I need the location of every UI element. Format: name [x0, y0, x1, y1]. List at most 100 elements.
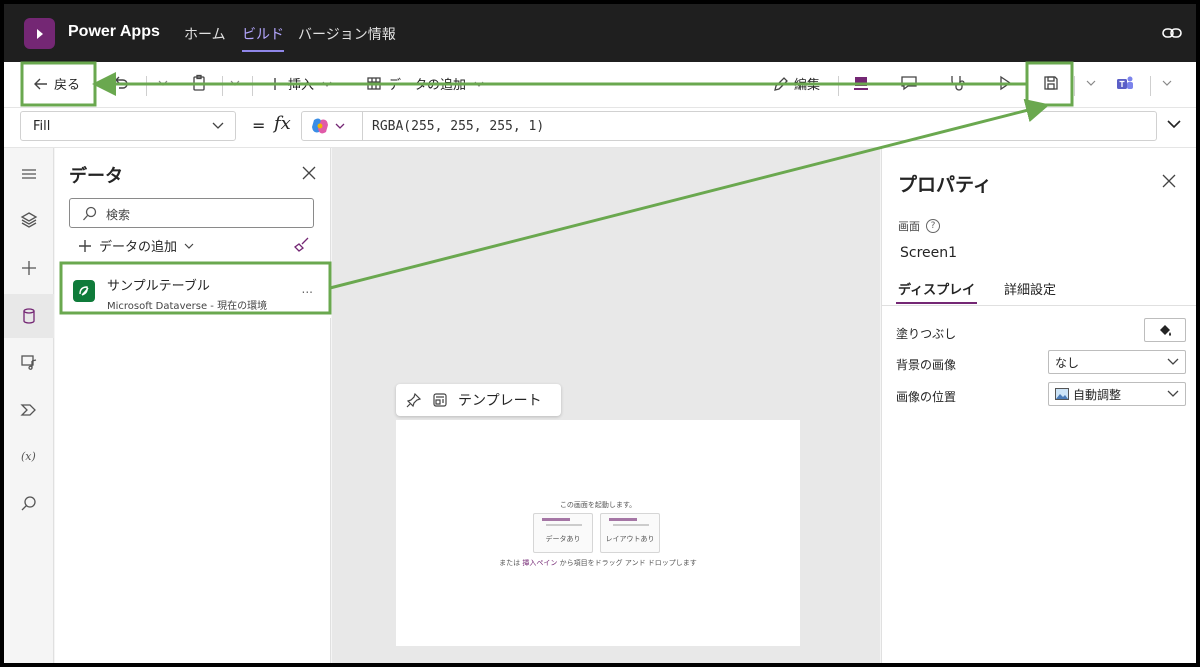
close-icon[interactable] [1162, 174, 1176, 188]
tab-advanced[interactable]: 詳細設定 [1004, 279, 1056, 298]
app-window: Power Apps ホーム ビルド バージョン情報 戻る 挿入 データの追加 … [4, 4, 1196, 663]
search-input[interactable]: 検索 [69, 198, 314, 228]
undo-button[interactable] [112, 74, 130, 92]
comment-icon [901, 76, 917, 91]
with-layout-option[interactable]: レイアウトあり [600, 513, 660, 553]
add-data-button[interactable]: データの追加 [77, 236, 195, 255]
chevron-down-icon [1162, 80, 1172, 86]
add-data-button[interactable]: データの追加 [366, 74, 488, 93]
pin-icon[interactable] [406, 392, 422, 408]
footer-suffix: から項目をドラッグ アンド ドロップします [559, 559, 697, 567]
image-position-dropdown[interactable]: 自動調整 [1048, 382, 1186, 406]
arrow-left-icon [34, 78, 47, 89]
rail-menu[interactable] [4, 152, 54, 196]
divider [1074, 76, 1075, 96]
rail-data[interactable] [4, 294, 54, 338]
app-screen[interactable]: この画面を起動します。 データあり レイアウトあり または 挿入ペイン から項目… [396, 420, 800, 646]
top-bar: Power Apps ホーム ビルド バージョン情報 [4, 4, 1196, 62]
close-icon[interactable] [302, 166, 316, 180]
expand-formula-icon[interactable] [1166, 118, 1182, 130]
back-button[interactable]: 戻る [32, 74, 80, 93]
property-value: Fill [33, 119, 51, 134]
edit-button[interactable]: 編集 [772, 74, 820, 93]
data-source-name: サンプルテーブル [107, 279, 210, 294]
copilot-button[interactable] [310, 117, 356, 135]
add-data-label: データの追加 [99, 240, 178, 255]
canvas-area: テンプレート この画面を起動します。 データあり レイアウトあり または 挿入ペ… [332, 148, 880, 663]
app-checker-button[interactable] [948, 74, 966, 92]
control-type-label: 画面 [898, 220, 920, 233]
tree-view-button[interactable] [852, 74, 870, 92]
teams-menu-button[interactable] [1158, 74, 1176, 92]
rail-media[interactable] [4, 340, 54, 384]
list-item[interactable]: サンプルテーブル Microsoft Dataverse - 現在の環境 ... [63, 266, 331, 318]
undo-icon [115, 76, 128, 89]
insert-pane-link[interactable]: 挿入ペイン [522, 559, 557, 567]
layers-icon [20, 212, 38, 228]
fill-color-picker[interactable] [1144, 318, 1186, 342]
tab-build[interactable]: ビルド [242, 24, 284, 52]
rail-power-automate[interactable] [4, 388, 54, 432]
paste-button[interactable] [190, 74, 208, 92]
image-icon [1055, 388, 1069, 400]
link-icon[interactable] [1162, 24, 1182, 42]
undo-menu-button[interactable] [154, 74, 172, 92]
template-icon [433, 393, 447, 407]
property-dropdown[interactable]: Fill [20, 111, 236, 141]
chevron-down-icon [1167, 358, 1179, 365]
database-icon [23, 308, 35, 324]
insert-button[interactable]: 挿入 [266, 74, 336, 93]
teams-icon [1117, 76, 1133, 89]
properties-pane: プロパティ 画面 ? Screen1 ディスプレイ 詳細設定 塗りつぶし 背景の… [881, 148, 1196, 663]
more-options-icon[interactable]: ... [302, 282, 313, 296]
teams-button[interactable] [1116, 74, 1134, 92]
insert-label: 挿入 [288, 78, 315, 93]
preview-button[interactable] [996, 74, 1014, 92]
divider [222, 76, 223, 96]
screen-name: Screen1 [900, 245, 958, 261]
footer-prefix: または [499, 559, 521, 567]
back-label: 戻る [54, 78, 81, 93]
template-button[interactable]: テンプレート [458, 390, 542, 410]
tab-home[interactable]: ホーム [184, 24, 226, 44]
divider [838, 76, 839, 96]
divider [1150, 76, 1151, 96]
formula-bar: Fill = fx RGBA(255, 255, 255, 1) [4, 108, 1196, 148]
search-icon [21, 496, 36, 511]
table-add-icon [367, 76, 381, 90]
control-type: 画面 ? [898, 218, 940, 234]
decoration [609, 518, 637, 521]
rail-tree-view[interactable] [4, 198, 54, 242]
play-icon [1000, 75, 1012, 91]
decoration [546, 524, 582, 526]
plus-icon [22, 261, 36, 275]
screen-hint: この画面を起動します。 [559, 501, 637, 509]
paste-menu-button[interactable] [226, 74, 244, 92]
chevron-down-icon [158, 80, 168, 86]
save-menu-button[interactable] [1082, 74, 1100, 92]
hamburger-icon [22, 169, 36, 179]
comments-button[interactable] [900, 74, 918, 92]
with-data-option[interactable]: データあり [533, 513, 593, 553]
paint-bucket-icon [1160, 325, 1171, 336]
tab-about[interactable]: バージョン情報 [298, 24, 396, 44]
rail-insert[interactable] [4, 246, 54, 290]
chevron-down-icon [1086, 80, 1096, 86]
svg-text:(x): (x) [21, 450, 36, 463]
data-source-location: Microsoft Dataverse - 現在の環境 [107, 301, 268, 312]
divider [146, 76, 147, 96]
tab-display[interactable]: ディスプレイ [895, 279, 978, 304]
broom-icon[interactable] [294, 236, 310, 252]
chevron-down-icon [184, 243, 194, 249]
screen-footer: または 挿入ペイン から項目をドラッグ アンド ドロップします [396, 558, 800, 568]
save-button[interactable] [1042, 74, 1060, 92]
formula-input[interactable]: RGBA(255, 255, 255, 1) [301, 111, 1157, 141]
plus-icon [79, 239, 91, 252]
decoration [542, 518, 570, 521]
rail-variables[interactable]: (x) [4, 434, 54, 478]
help-icon[interactable]: ? [926, 219, 940, 233]
template-toolbar: テンプレート [396, 384, 561, 416]
background-image-value: なし [1055, 355, 1080, 370]
rail-search[interactable] [4, 482, 54, 526]
background-image-dropdown[interactable]: なし [1048, 350, 1186, 374]
